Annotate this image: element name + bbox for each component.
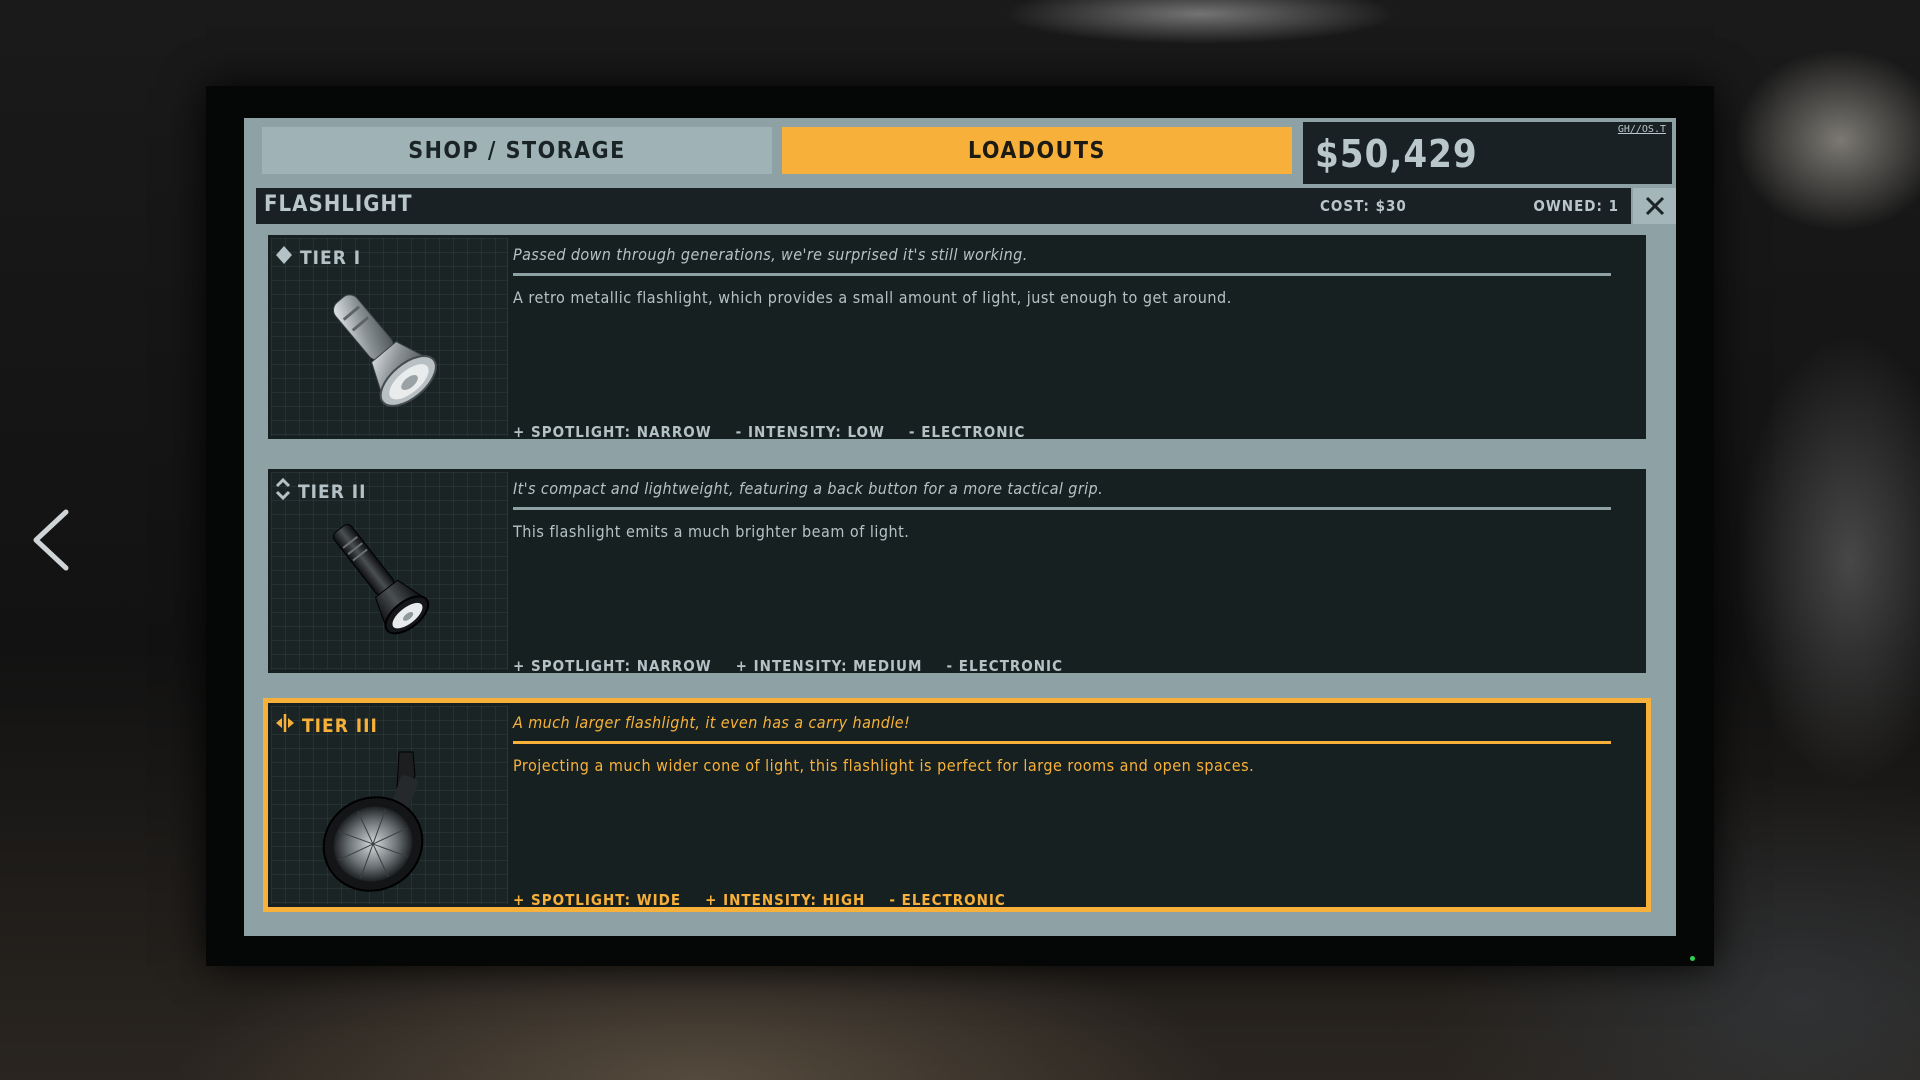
shop-terminal-screen: SHOP / STORAGE LOADOUTS $50,429 GH//OS.T… bbox=[244, 118, 1676, 936]
item-thumbnail: TIER III bbox=[271, 706, 508, 904]
retro-flashlight-icon bbox=[333, 294, 437, 407]
stat-electronic: - ELECTRONIC bbox=[908, 423, 1026, 441]
stat-electronic: - ELECTRONIC bbox=[889, 891, 1006, 909]
tab-loadouts[interactable]: LOADOUTS bbox=[782, 127, 1292, 174]
item-header: FLASHLIGHT COST: $30 OWNED: 1 bbox=[256, 188, 1631, 224]
tier-description: A retro metallic flashlight, which provi… bbox=[513, 288, 1232, 307]
tier-description: This flashlight emits a much brighter be… bbox=[513, 522, 910, 541]
double-chevron-icon bbox=[275, 478, 291, 500]
close-button[interactable] bbox=[1633, 188, 1676, 224]
tier-label: TIER I bbox=[275, 241, 361, 269]
tier-card-2[interactable]: TIER II It's compact and lightweight, fe… bbox=[263, 464, 1651, 678]
tab-shop-storage[interactable]: SHOP / STORAGE bbox=[262, 127, 772, 174]
stat-spotlight: + SPOTLIGHT: NARROW bbox=[513, 657, 712, 675]
tier-flavor-text: It's compact and lightweight, featuring … bbox=[513, 479, 1104, 498]
item-thumbnail: TIER I bbox=[271, 238, 508, 436]
stat-intensity: + INTENSITY: HIGH bbox=[705, 891, 866, 909]
tier-description: Projecting a much wider cone of light, t… bbox=[513, 756, 1255, 775]
tier-stats: + SPOTLIGHT: NARROW - INTENSITY: LOW - E… bbox=[513, 423, 1049, 441]
item-name: FLASHLIGHT bbox=[264, 192, 413, 217]
tier-card-1[interactable]: TIER I Passed down through generations, … bbox=[263, 230, 1651, 444]
divider bbox=[513, 507, 1611, 510]
wallet-panel: $50,429 GH//OS.T bbox=[1303, 122, 1672, 184]
item-cost: COST: $30 bbox=[1320, 197, 1407, 215]
divider bbox=[513, 741, 1611, 744]
money-balance: $50,429 bbox=[1315, 132, 1478, 176]
item-owned: OWNED: 1 bbox=[1533, 197, 1619, 215]
power-led bbox=[1690, 956, 1695, 961]
stat-intensity: + INTENSITY: MEDIUM bbox=[735, 657, 923, 675]
close-icon bbox=[1645, 196, 1664, 216]
back-arrow-icon[interactable] bbox=[28, 508, 72, 572]
game-background: SHOP / STORAGE LOADOUTS $50,429 GH//OS.T… bbox=[0, 0, 1920, 1080]
tier-label: TIER III bbox=[275, 709, 378, 737]
tier-flavor-text: Passed down through generations, we're s… bbox=[513, 245, 1028, 264]
diamond-icon bbox=[276, 246, 292, 264]
tier-stats: + SPOTLIGHT: NARROW + INTENSITY: MEDIUM … bbox=[513, 657, 1087, 675]
stat-intensity: - INTENSITY: LOW bbox=[735, 423, 885, 441]
split-arrows-icon bbox=[276, 714, 294, 732]
stat-spotlight: + SPOTLIGHT: NARROW bbox=[513, 423, 712, 441]
lantern-flashlight-icon bbox=[322, 751, 424, 892]
stat-electronic: - ELECTRONIC bbox=[946, 657, 1063, 675]
tier-flavor-text: A much larger flashlight, it even has a … bbox=[513, 713, 911, 732]
item-thumbnail: TIER II bbox=[271, 472, 508, 670]
divider bbox=[513, 273, 1611, 276]
tier-label: TIER II bbox=[275, 475, 367, 503]
os-tag: GH//OS.T bbox=[1617, 124, 1666, 135]
tier-stats: + SPOTLIGHT: WIDE + INTENSITY: HIGH - EL… bbox=[513, 891, 1030, 909]
stat-spotlight: + SPOTLIGHT: WIDE bbox=[513, 891, 682, 909]
tier-card-3[interactable]: TIER III A much larger flashlight, it ev… bbox=[263, 698, 1651, 912]
tactical-flashlight-icon bbox=[333, 524, 430, 635]
